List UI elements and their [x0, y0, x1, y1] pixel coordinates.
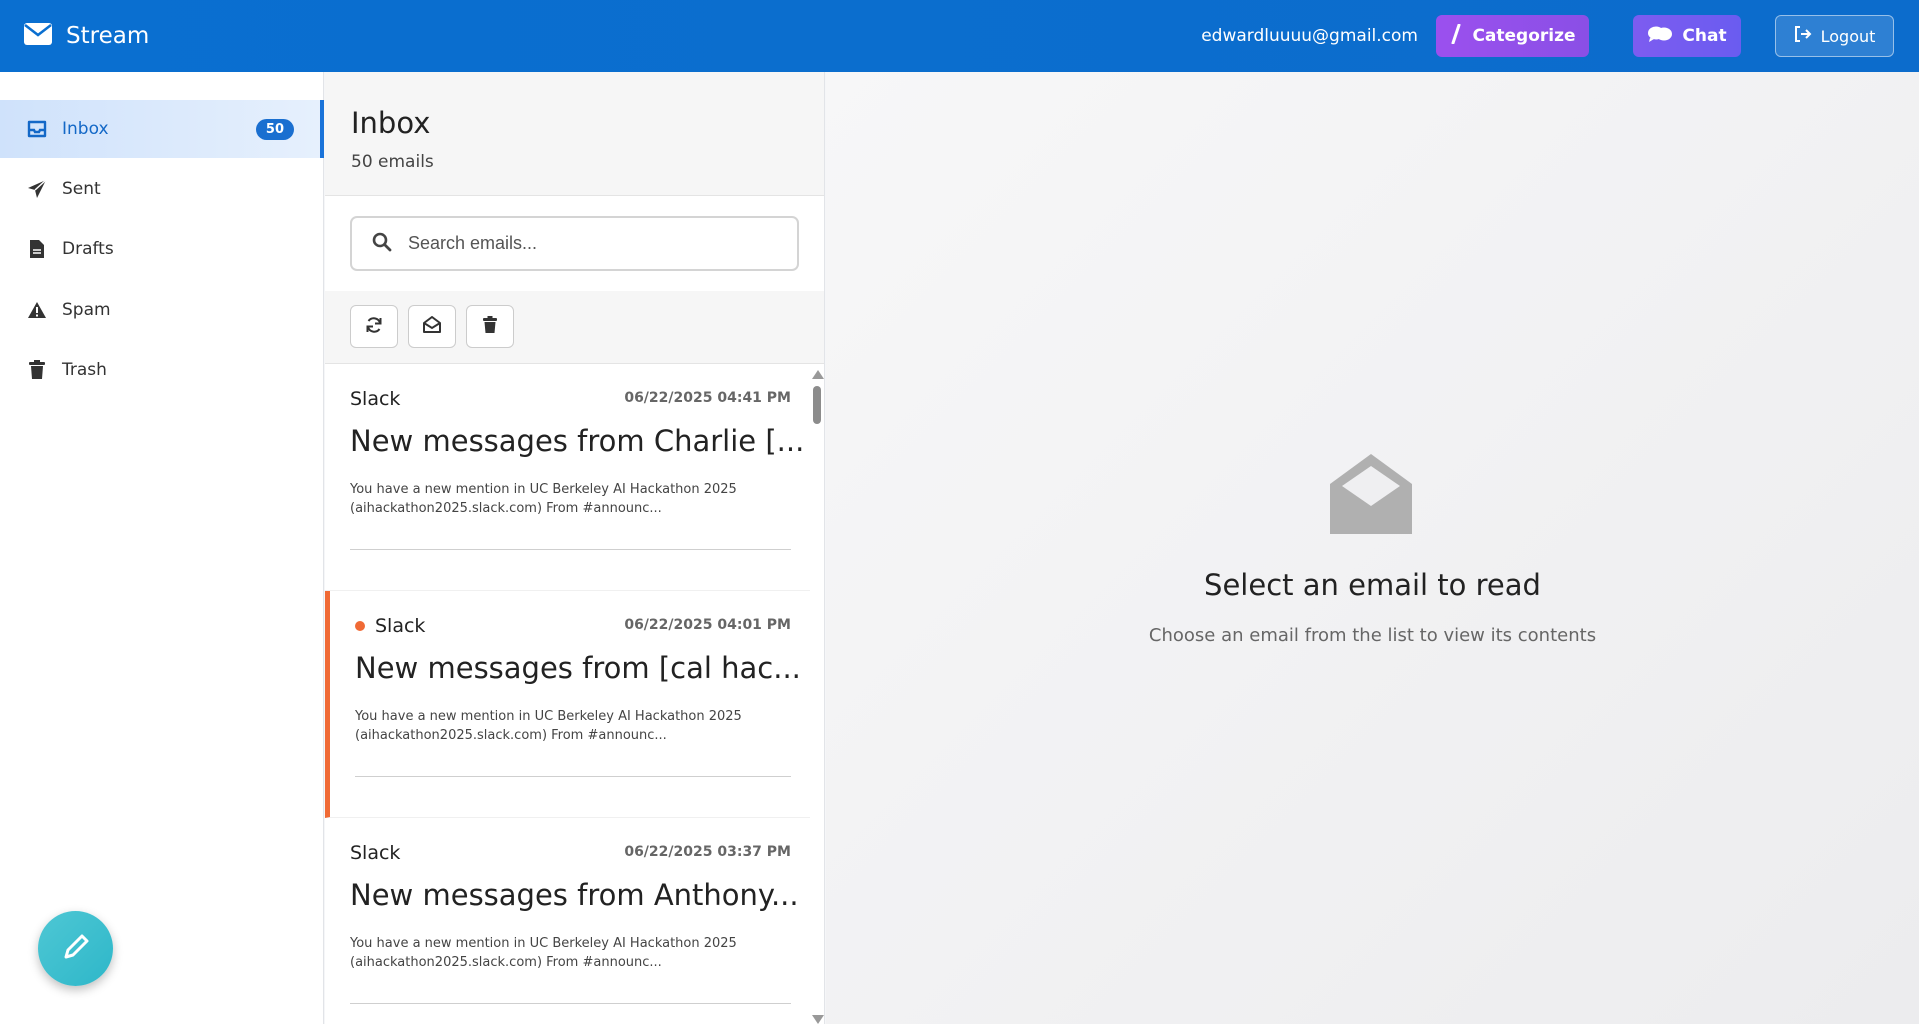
- magic-wand-icon: [1449, 23, 1472, 49]
- unread-count-badge: 50: [255, 118, 294, 140]
- divider: [355, 776, 791, 777]
- email-count: 50 emails: [351, 152, 434, 172]
- divider: [350, 1003, 791, 1004]
- logout-button[interactable]: Logout: [1775, 15, 1894, 57]
- delete-button[interactable]: [466, 305, 514, 348]
- sidebar-item-label: Spam: [62, 300, 111, 320]
- file-icon: [27, 239, 47, 259]
- scroll-thumb[interactable]: [813, 386, 821, 424]
- categorize-label: Categorize: [1472, 26, 1576, 46]
- refresh-icon: [365, 316, 383, 338]
- user-email: edwardluuuu@gmail.com: [1201, 26, 1418, 46]
- brand[interactable]: Stream: [24, 23, 149, 49]
- mark-read-button[interactable]: [408, 305, 456, 348]
- reading-pane: Select an email to read Choose an email …: [826, 72, 1919, 1024]
- empty-state-subtitle: Choose an email from the list to view it…: [1148, 625, 1597, 646]
- envelope-icon: [24, 23, 52, 49]
- mark-read-icon: [422, 315, 442, 338]
- scroll-down-arrow[interactable]: [812, 1015, 824, 1024]
- email-list: Slack 06/22/2025 04:41 PM New messages f…: [325, 364, 811, 1024]
- email-sender: Slack: [375, 615, 426, 637]
- sidebar-item-label: Trash: [62, 360, 107, 380]
- search-icon: [352, 232, 392, 256]
- email-sender: Slack: [350, 842, 401, 864]
- email-list-scrollbar[interactable]: [810, 364, 824, 1024]
- sidebar-item-sent[interactable]: Sent: [0, 160, 324, 218]
- compose-button[interactable]: [38, 911, 113, 986]
- chat-button[interactable]: Chat: [1633, 15, 1741, 57]
- list-header: Inbox 50 emails: [325, 72, 824, 196]
- email-list-item[interactable]: Slack 06/22/2025 03:37 PM New messages f…: [325, 818, 811, 1024]
- app-header: Stream edwardluuuu@gmail.com Categorize …: [0, 0, 1919, 72]
- unread-indicator: [355, 621, 365, 631]
- delete-icon: [483, 315, 497, 338]
- refresh-button[interactable]: [350, 305, 398, 348]
- list-toolbar: [325, 291, 824, 364]
- warning-icon: [27, 300, 47, 320]
- sidebar-item-trash[interactable]: Trash: [0, 341, 324, 399]
- email-list-panel: Inbox 50 emails Slack: [325, 72, 825, 1024]
- logout-label: Logout: [1820, 26, 1876, 46]
- email-date: 06/22/2025 03:37 PM: [624, 844, 791, 860]
- email-subject: New messages from Anthony...: [350, 878, 799, 912]
- email-subject: New messages from [cal hac...: [355, 651, 801, 685]
- paper-plane-icon: [27, 179, 47, 199]
- sidebar: Inbox 50 Sent Drafts Spam Trash: [0, 72, 324, 1024]
- email-date: 06/22/2025 04:41 PM: [624, 390, 791, 406]
- search-input[interactable]: [408, 233, 788, 254]
- email-preview: You have a new mention in UC Berkeley AI…: [355, 709, 742, 743]
- email-preview: You have a new mention in UC Berkeley AI…: [350, 936, 737, 970]
- sidebar-item-label: Sent: [62, 179, 101, 199]
- empty-state-title: Select an email to read: [1204, 568, 1541, 602]
- sidebar-item-label: Inbox: [62, 119, 109, 139]
- comments-icon: [1647, 25, 1682, 48]
- pencil-icon: [60, 931, 92, 967]
- inbox-icon: [27, 119, 47, 139]
- scroll-up-arrow[interactable]: [812, 370, 824, 379]
- email-sender: Slack: [350, 388, 401, 410]
- sidebar-item-spam[interactable]: Spam: [0, 281, 324, 339]
- trash-icon: [27, 360, 47, 380]
- sidebar-item-drafts[interactable]: Drafts: [0, 220, 324, 278]
- email-subject: New messages from Charlie [...: [350, 424, 805, 458]
- email-list-item[interactable]: Slack 06/22/2025 04:01 PM New messages f…: [325, 591, 811, 818]
- envelope-open-icon: [1330, 454, 1412, 538]
- app-name: Stream: [66, 23, 150, 49]
- divider: [350, 549, 791, 550]
- email-list-item[interactable]: Slack 06/22/2025 04:41 PM New messages f…: [325, 364, 811, 591]
- sign-out-icon: [1794, 26, 1821, 46]
- categorize-button[interactable]: Categorize: [1436, 15, 1589, 57]
- sidebar-item-label: Drafts: [62, 239, 114, 259]
- email-date: 06/22/2025 04:01 PM: [624, 617, 791, 633]
- sidebar-item-inbox[interactable]: Inbox 50: [0, 100, 324, 158]
- search-box: [350, 216, 799, 271]
- chat-label: Chat: [1682, 26, 1727, 46]
- email-preview: You have a new mention in UC Berkeley AI…: [350, 482, 737, 516]
- list-title: Inbox: [351, 106, 431, 140]
